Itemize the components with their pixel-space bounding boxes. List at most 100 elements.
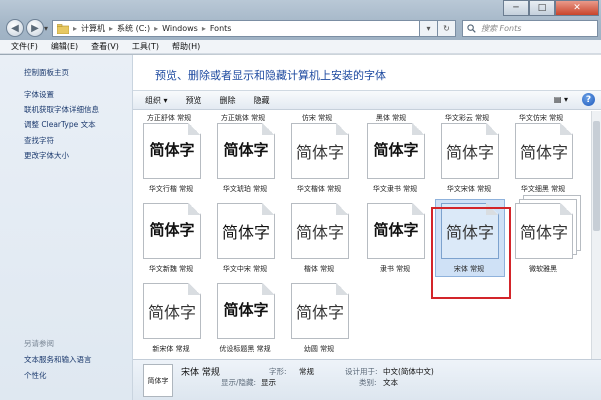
font-label: 华文楷体 常规 [296, 185, 342, 193]
font-tile[interactable]: 简体字 华文宋体 常规 [433, 123, 505, 201]
view-options-icon[interactable]: ▤ ▾ [554, 95, 568, 104]
recent-pages-dropdown[interactable]: ▾ [44, 24, 48, 33]
font-tile[interactable]: 简体字 华文中宋 常规 [209, 203, 281, 281]
font-sample-text: 简体字 [445, 143, 494, 162]
folder-icon [57, 23, 69, 34]
font-sample-text: 简体字 [149, 221, 195, 239]
maximize-button[interactable]: □ [529, 0, 555, 16]
details-pane: 简体字 宋体 常规 字形: 常规 显示/隐藏: 显示 设计用于: 中文(简体中文… [133, 359, 601, 400]
font-label: 新宋体 常规 [152, 345, 190, 353]
breadcrumb-windows[interactable]: Windows [162, 24, 198, 33]
font-grid: 方正舒体 常规 方正姚体 常规 仿宋 常规 黑体 常规 华文彩云 常规 华文仿宋… [133, 111, 591, 359]
page-fold-icon [336, 203, 349, 215]
change-font-size-link[interactable]: 更改字体大小 [24, 150, 69, 161]
page-heading: 预览、删除或者显示和隐藏计算机上安装的字体 [155, 69, 386, 82]
category-key: 类别: [359, 378, 377, 387]
font-label[interactable]: 方正姚体 常规 [207, 113, 279, 123]
font-tile[interactable]: 简体字 优设标题黑 常规 [209, 283, 281, 359]
address-buttons: ▾ ↻ [420, 20, 456, 37]
page-fold-icon [336, 123, 349, 135]
back-button[interactable]: ◀ [6, 19, 24, 37]
search-input[interactable]: 搜索 Fonts [462, 20, 598, 37]
breadcrumb-drive-c[interactable]: 系统 (C:) [117, 23, 150, 34]
font-sample-text: 简体字 [373, 221, 419, 239]
font-settings-link[interactable]: 字体设置 [24, 89, 54, 100]
selected-font-name: 宋体 常规 [181, 368, 220, 378]
see-also-title: 另请参阅 [24, 339, 54, 348]
menu-tools[interactable]: 工具(T) [132, 41, 159, 52]
find-character-link[interactable]: 查找字符 [24, 135, 54, 146]
font-label: 楷体 常规 [303, 265, 335, 273]
minimize-button[interactable]: ─ [503, 0, 529, 16]
page-fold-icon [262, 123, 275, 135]
page-fold-icon [412, 203, 425, 215]
font-label: 华文琥珀 常规 [222, 185, 268, 193]
menu-edit[interactable]: 编辑(E) [51, 41, 78, 52]
search-placeholder: 搜索 Fonts [481, 24, 522, 33]
font-sample-text: 简体字 [147, 303, 196, 322]
font-tile[interactable]: 简体字 华文行楷 常规 [135, 123, 207, 201]
font-label: 幼圆 常规 [303, 345, 335, 353]
font-tile[interactable]: 简体字 隶书 常规 [359, 203, 431, 281]
category-value: 文本 [383, 378, 398, 387]
font-label[interactable]: 仿宋 常规 [281, 113, 353, 123]
help-icon[interactable]: ? [582, 93, 595, 106]
hide-button[interactable]: 隐藏 [254, 95, 270, 106]
font-label: 隶书 常规 [379, 265, 411, 273]
address-history-button[interactable]: ▾ [420, 20, 438, 37]
font-tile[interactable]: 简体字 华文新魏 常规 [135, 203, 207, 281]
close-button[interactable]: ✕ [555, 0, 599, 16]
breadcrumb-separator: ▸ [73, 24, 78, 33]
font-tile[interactable]: 简体字 华文隶书 常规 [359, 123, 431, 201]
preview-button[interactable]: 预览 [186, 95, 202, 106]
page-fold-icon [560, 123, 573, 135]
font-sample-text: 简体字 [223, 301, 269, 319]
control-panel-home-link[interactable]: 控制面板主页 [24, 67, 69, 78]
style-value: 常规 [299, 367, 314, 376]
font-label: 华文中宋 常规 [222, 265, 268, 273]
font-tile[interactable]: 简体字 新宋体 常规 [135, 283, 207, 359]
designed-for-key: 设计用于: [345, 367, 378, 376]
font-sample-text: 简体字 [295, 303, 344, 322]
text-services-link[interactable]: 文本服务和输入语言 [24, 354, 92, 365]
adjust-cleartype-link[interactable]: 调整 ClearType 文本 [24, 119, 96, 130]
font-preview-thumbnail: 简体字 [143, 364, 173, 397]
designed-for-value: 中文(简体中文) [383, 367, 434, 376]
font-label[interactable]: 华文仿宋 常规 [505, 113, 577, 123]
main-pane: 预览、删除或者显示和隐藏计算机上安装的字体 组织 ▾ 预览 删除 隐藏 ▤ ▾ … [133, 55, 601, 400]
font-label[interactable]: 华文彩云 常规 [431, 113, 503, 123]
menu-view[interactable]: 查看(V) [91, 41, 119, 52]
personalization-link[interactable]: 个性化 [24, 370, 47, 381]
font-label: 华文细黑 常规 [520, 185, 566, 193]
font-tile[interactable]: 简体字 楷体 常规 [283, 203, 355, 281]
font-tile[interactable]: 简体字 华文琥珀 常规 [209, 123, 281, 201]
font-tile[interactable]: 简体字 幼圆 常规 [283, 283, 355, 359]
delete-button[interactable]: 删除 [220, 95, 236, 106]
scrollbar-thumb[interactable] [593, 121, 600, 231]
font-label: 华文隶书 常规 [372, 185, 418, 193]
address-bar[interactable]: ▸ 计算机 ▸ 系统 (C:) ▸ Windows ▸ Fonts [52, 20, 420, 37]
menu-file[interactable]: 文件(F) [11, 41, 38, 52]
page-fold-icon [262, 283, 275, 295]
search-icon [467, 24, 476, 33]
font-label[interactable]: 黑体 常规 [355, 113, 427, 123]
get-font-info-online-link[interactable]: 联机获取字体详细信息 [24, 104, 99, 115]
font-tile[interactable]: 简体字 华文细黑 常规 [507, 123, 579, 201]
breadcrumb-computer[interactable]: 计算机 [81, 23, 105, 34]
font-tile[interactable]: 简体字 微软雅黑 [507, 195, 581, 281]
breadcrumb-separator: ▸ [109, 24, 114, 33]
font-tile[interactable]: 简体字华文楷体 常规 [283, 123, 355, 201]
style-key: 字形: [269, 367, 287, 376]
vertical-scrollbar[interactable] [591, 111, 601, 359]
organize-button[interactable]: 组织 ▾ [145, 95, 168, 106]
breadcrumb-fonts[interactable]: Fonts [210, 24, 232, 33]
left-pane: 控制面板主页 字体设置 联机获取字体详细信息 调整 ClearType 文本 查… [0, 55, 133, 400]
refresh-button[interactable]: ↻ [438, 20, 456, 37]
forward-button[interactable]: ▶ [26, 19, 44, 37]
font-sample-text: 简体字 [295, 143, 344, 162]
font-label[interactable]: 方正舒体 常规 [133, 113, 205, 123]
menu-help[interactable]: 帮助(H) [172, 41, 200, 52]
breadcrumb-separator: ▸ [201, 24, 206, 33]
window-controls: ─ □ ✕ [503, 0, 599, 16]
font-sample-text: 简体字 [519, 223, 568, 242]
